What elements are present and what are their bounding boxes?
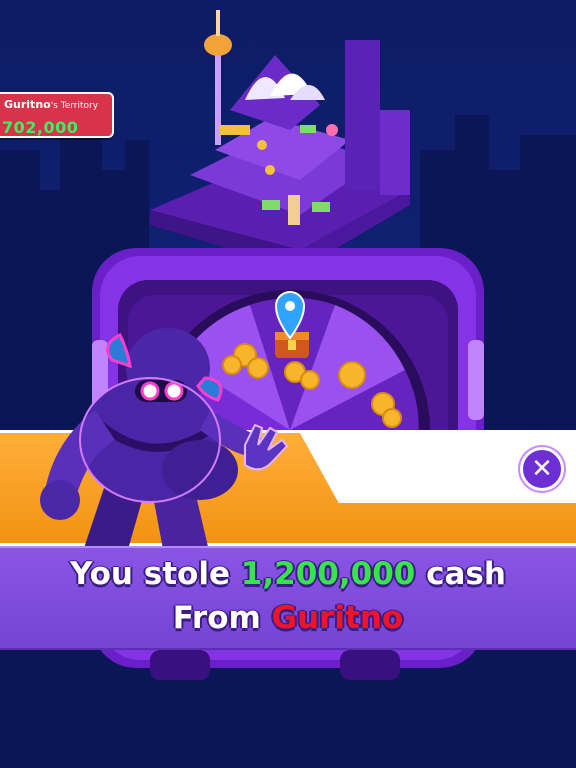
territory-value: 702,000 — [2, 118, 79, 137]
stolen-amount: 1,200,000 — [240, 556, 416, 592]
territory-title: Guritno's Territory — [4, 98, 98, 111]
territory-suffix: 's Territory — [50, 101, 99, 111]
victim-name: Guritno — [271, 600, 404, 636]
message-suffix: cash — [426, 556, 506, 592]
message-from: From — [172, 600, 261, 636]
territory-building[interactable] — [150, 10, 410, 270]
territory-owner: Guritno — [4, 98, 51, 111]
message-prefix: You stole — [70, 556, 230, 592]
territory-badge[interactable]: Guritno's Territory 702,000 — [0, 92, 114, 138]
result-message-line-1: You stole 1,200,000 cash — [0, 556, 576, 592]
result-message-line-2: From Guritno — [0, 600, 576, 636]
close-icon: ✕ — [531, 454, 553, 484]
close-button[interactable]: ✕ — [520, 447, 564, 491]
